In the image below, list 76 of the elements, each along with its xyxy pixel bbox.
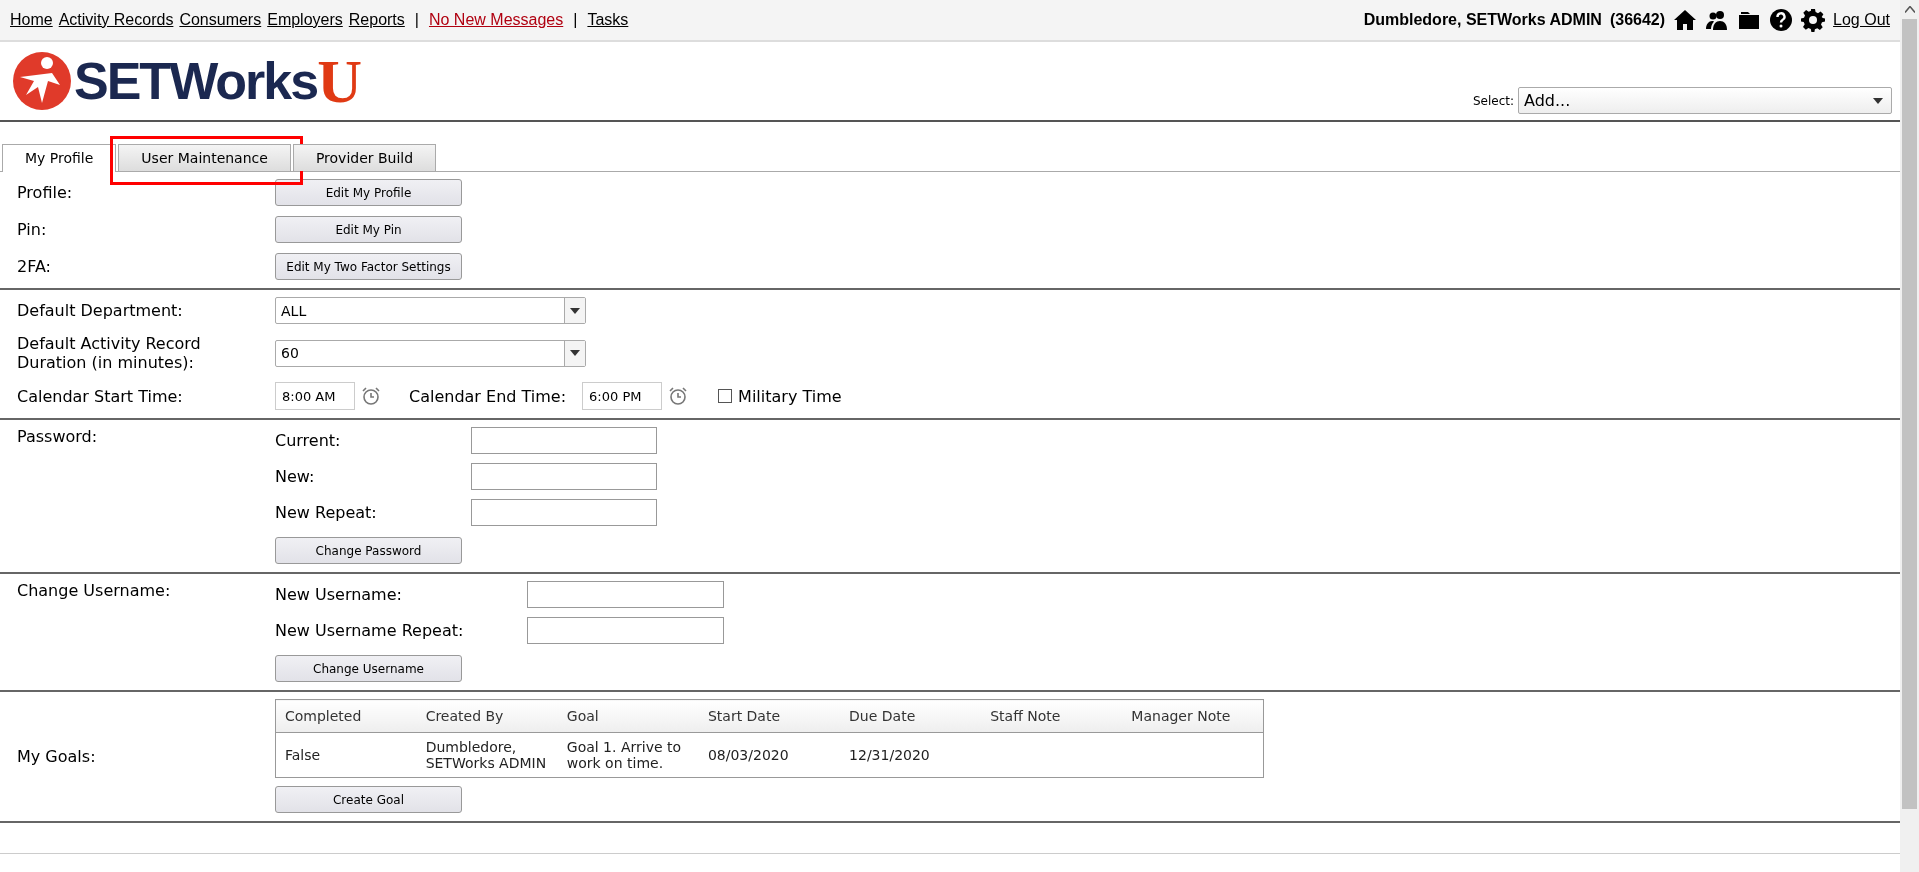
section-label: Change Username: [17, 581, 172, 600]
column-header: Completed [275, 699, 417, 733]
caret-icon[interactable] [1873, 97, 1883, 104]
field-label: Current: [275, 431, 342, 450]
nav-link[interactable]: Reports [348, 11, 405, 29]
select-label: Select: [1472, 93, 1514, 108]
logout-link[interactable]: Log Out [1833, 11, 1890, 29]
submit-button[interactable]: Change Username [275, 655, 462, 682]
column-header: Created By [416, 699, 558, 733]
field-label: New Username Repeat: [275, 621, 465, 640]
input-field[interactable] [471, 499, 657, 526]
alarm-clock-icon[interactable] [668, 386, 689, 406]
column-header: Goal [557, 699, 699, 733]
settings-icon[interactable] [1801, 8, 1826, 32]
table-cell: Goal 1. Arrive to work on time. [566, 739, 682, 771]
field-label: 2FA: [17, 257, 52, 276]
edit-button[interactable]: Edit My Two Factor Settings [275, 253, 462, 280]
alarm-clock-icon[interactable] [361, 386, 381, 406]
caret-icon[interactable] [570, 307, 580, 314]
column-header: Manager Note [1122, 699, 1264, 733]
field-label: New Repeat: [275, 503, 378, 522]
tab[interactable]: Provider Build [292, 144, 437, 171]
nav-separator: | [414, 11, 419, 29]
scrollbar-thumb[interactable] [1902, 19, 1917, 809]
table-cell: Dumbledore, SETWorks ADMIN [425, 739, 547, 771]
nav-link[interactable]: Home [10, 11, 53, 29]
table-cell: False [285, 747, 321, 763]
runner-logo-icon [12, 51, 72, 111]
field-label: Calendar Start Time: [17, 386, 184, 406]
nav-link[interactable]: Consumers [179, 11, 262, 29]
field-label: Profile: [17, 183, 74, 202]
department-dropdown[interactable]: ALL [275, 297, 586, 324]
time-field[interactable]: 6:00 PM [582, 382, 663, 410]
nav-link[interactable]: Employers [267, 11, 343, 29]
edit-button[interactable]: Edit My Pin [275, 216, 462, 243]
logo-letter: U [317, 50, 362, 112]
scroll-up-icon[interactable] [1904, 6, 1915, 13]
user-id: (36642) [1609, 11, 1666, 29]
field-label: Pin: [17, 220, 48, 239]
table-cell: 12/31/2020 [849, 747, 930, 763]
column-header: Due Date [840, 699, 982, 733]
users-icon[interactable] [1705, 8, 1730, 32]
nav-link[interactable]: Activity Records [58, 11, 174, 29]
time-field[interactable]: 8:00 AM [275, 382, 355, 410]
field-label: Calendar End Time: [409, 386, 567, 406]
tab[interactable]: My Profile [2, 144, 117, 172]
help-icon[interactable] [1769, 8, 1794, 32]
add-dropdown[interactable]: Add... [1518, 87, 1892, 114]
logo-wordmark: SETWorks [74, 51, 318, 111]
scrollbar[interactable] [1900, 0, 1919, 872]
user-name: Dumbledore, SETWorks ADMIN [1363, 11, 1602, 29]
submit-button[interactable]: Change Password [275, 537, 462, 564]
tab[interactable]: User Maintenance [118, 144, 291, 171]
duration-dropdown[interactable]: 60 [275, 339, 586, 367]
column-header: Start Date [698, 699, 841, 733]
home-icon[interactable] [1673, 8, 1698, 32]
section-label: Password: [17, 427, 99, 446]
field-label: New: [275, 467, 316, 486]
military-time-checkbox[interactable] [718, 389, 733, 403]
field-label: New Username: [275, 585, 403, 604]
nav-link[interactable]: Tasks [587, 11, 629, 29]
section-label: My Goals: [17, 746, 97, 766]
table-cell: 08/03/2020 [707, 747, 789, 763]
field-label: Default Department: [17, 301, 184, 320]
input-field[interactable] [527, 581, 724, 608]
create-goal-button[interactable]: Create Goal [275, 786, 462, 813]
checkbox-label: Military Time [738, 386, 842, 406]
nav-link[interactable]: No New Messages [428, 11, 564, 29]
nav-separator: | [573, 11, 578, 29]
column-header: Staff Note [981, 699, 1123, 733]
input-field[interactable] [471, 427, 657, 454]
edit-button[interactable]: Edit My Profile [275, 179, 462, 206]
field-label: Default Activity Record Duration (in minutes): [17, 334, 202, 372]
caret-icon[interactable] [570, 350, 580, 356]
input-field[interactable] [527, 617, 724, 644]
input-field[interactable] [471, 463, 657, 490]
